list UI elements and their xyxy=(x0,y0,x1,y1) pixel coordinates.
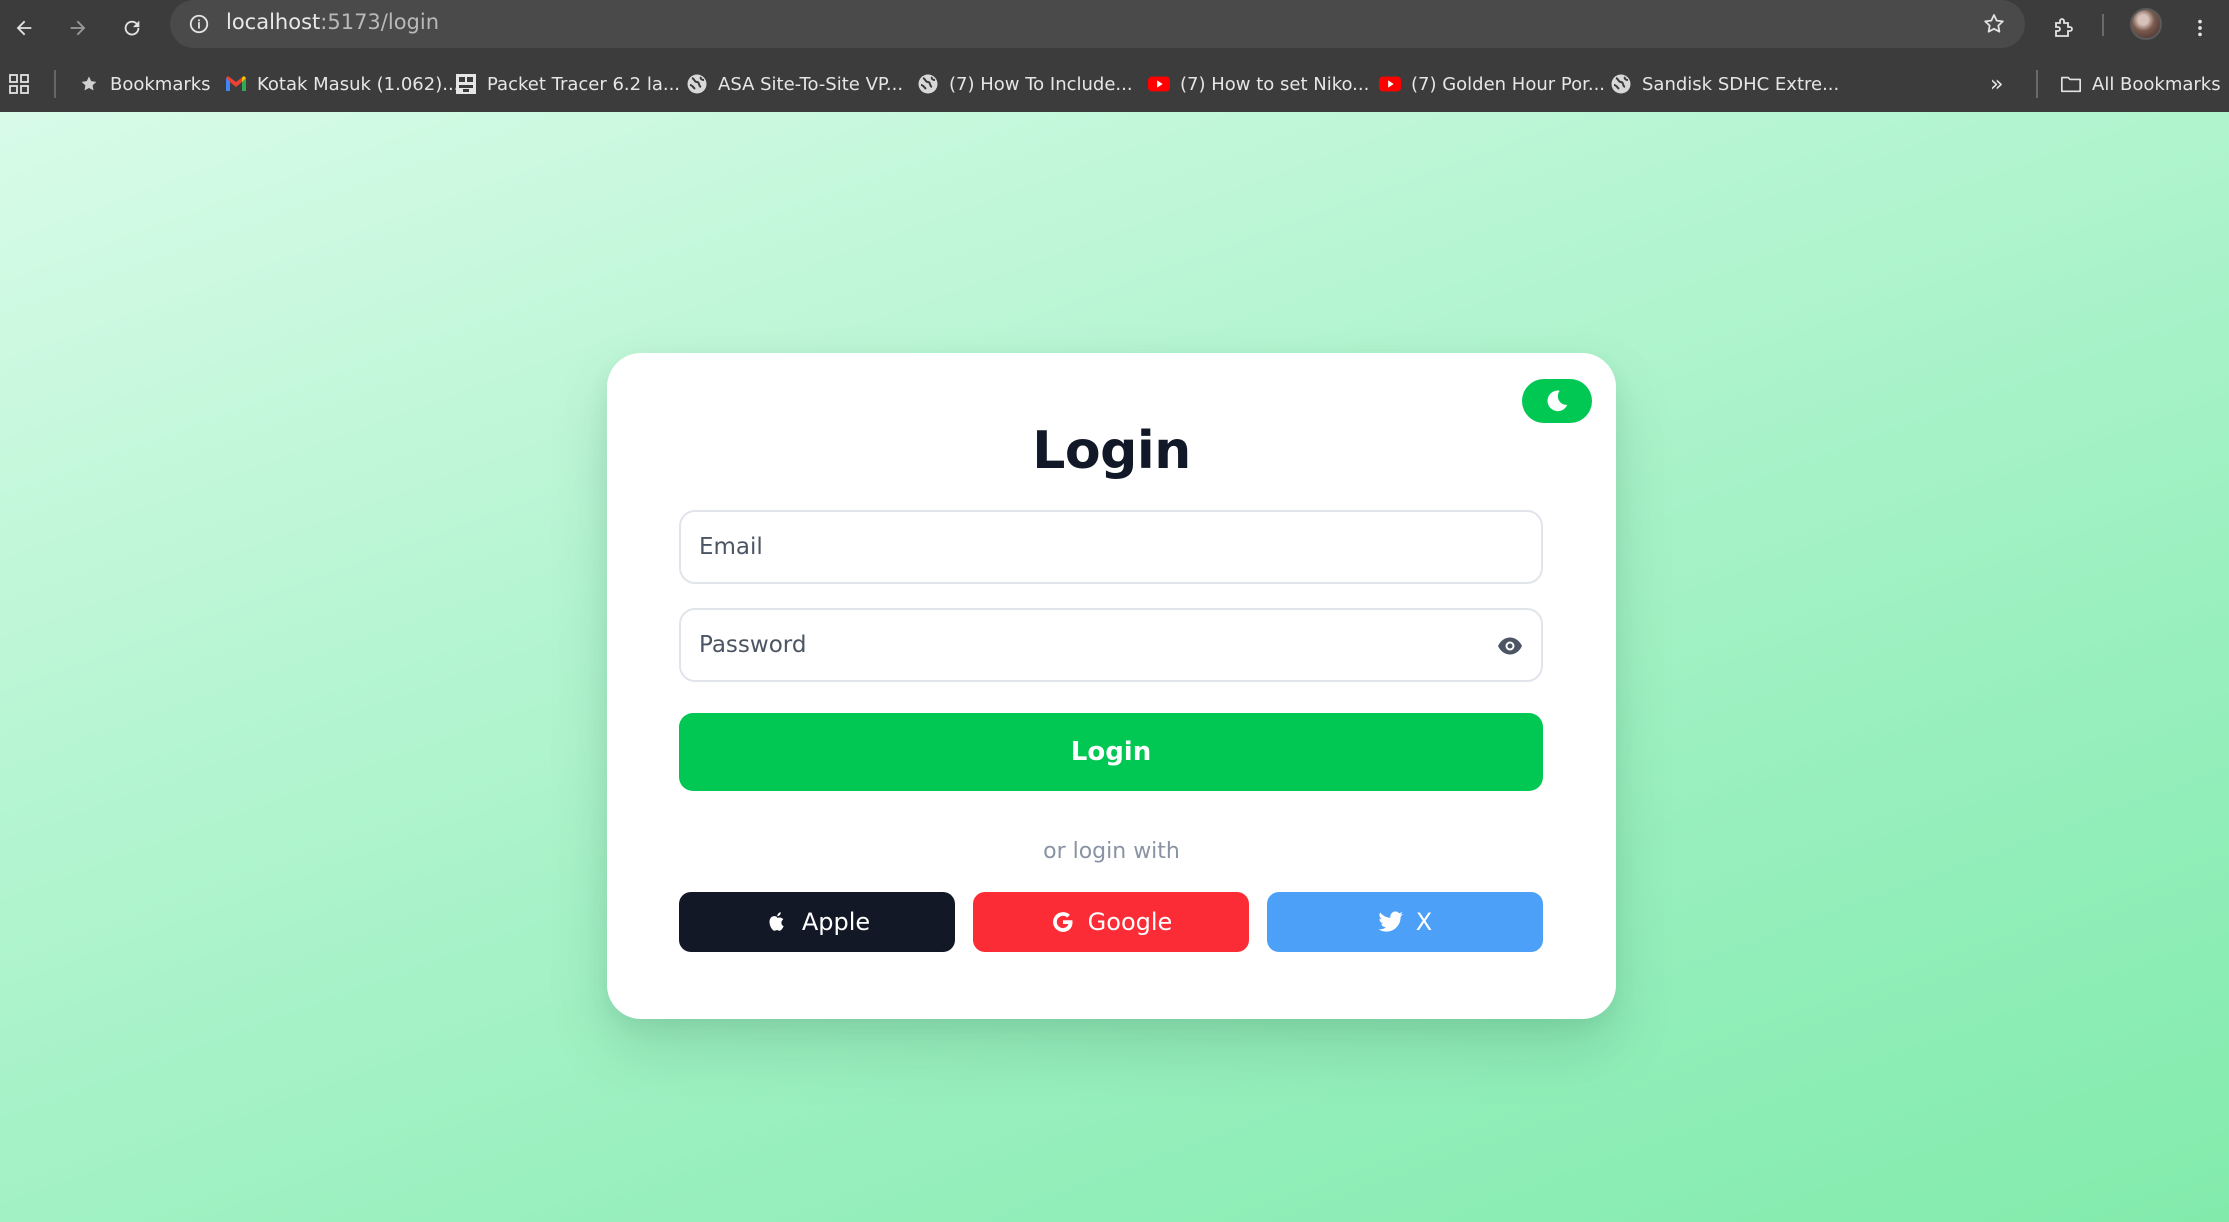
site-info-icon[interactable] xyxy=(184,9,214,39)
apple-icon xyxy=(764,909,790,935)
bookmark-label: Bookmarks xyxy=(110,73,211,95)
theme-toggle-button[interactable] xyxy=(1522,379,1592,423)
google-login-button[interactable]: Google xyxy=(973,892,1249,952)
apps-button[interactable] xyxy=(8,68,30,100)
url-text[interactable]: localhost:5173/login xyxy=(226,10,439,34)
google-icon xyxy=(1050,909,1076,935)
folder-icon xyxy=(2060,73,2082,95)
password-input[interactable] xyxy=(699,610,1479,680)
globe-icon xyxy=(917,73,939,95)
bookmark-label: (7) Golden Hour Por... xyxy=(1411,73,1606,95)
globe-icon xyxy=(1610,73,1632,95)
more-bookmarks-button[interactable]: » xyxy=(1990,68,2003,100)
apps-grid-icon xyxy=(8,73,30,95)
bookmark-label: Packet Tracer 6.2 la... xyxy=(487,73,681,95)
bookmark-star-button[interactable] xyxy=(1979,9,2009,39)
browser-toolbar: localhost:5173/login xyxy=(0,0,2229,56)
login-title: Login xyxy=(1032,421,1191,481)
bookmark-item-sandisk[interactable]: Sandisk SDHC Extre... xyxy=(1610,68,1839,100)
bookmark-item-niko[interactable]: (7) How to set Niko... xyxy=(1148,68,1369,100)
bookmarks-divider-right xyxy=(2036,70,2038,98)
globe-icon xyxy=(686,73,708,95)
star-icon xyxy=(78,73,100,95)
extensions-button[interactable] xyxy=(2044,8,2084,48)
moon-icon xyxy=(1547,390,1568,412)
bookmark-item-asa[interactable]: ASA Site-To-Site VP... xyxy=(686,68,903,100)
arrow-left-icon xyxy=(16,20,32,36)
url-path: :5173/login xyxy=(320,10,440,34)
twitter-bird-icon xyxy=(1378,909,1404,935)
bookmark-item-gmail[interactable]: Kotak Masuk (1.062)... xyxy=(225,68,459,100)
star-outline-icon xyxy=(1984,14,2004,33)
browser-menu-button[interactable] xyxy=(2180,8,2220,48)
kebab-menu-icon xyxy=(2198,19,2202,37)
google-login-label: Google xyxy=(1087,908,1173,936)
login-card: Login Login or login with Apple Google xyxy=(607,353,1616,1019)
all-bookmarks-button[interactable]: All Bookmarks xyxy=(2060,68,2221,100)
url-host: localhost xyxy=(226,10,321,34)
address-bar[interactable]: localhost:5173/login xyxy=(170,0,2025,48)
reload-button[interactable] xyxy=(112,8,152,48)
chevrons-right-icon: » xyxy=(1990,71,2004,97)
eye-icon xyxy=(1498,637,1522,655)
bookmark-item-golden-hour[interactable]: (7) Golden Hour Por... xyxy=(1379,68,1605,100)
apple-login-button[interactable]: Apple xyxy=(679,892,955,952)
bookmark-label: (7) How To Include... xyxy=(949,73,1133,95)
bookmark-label: (7) How to set Niko... xyxy=(1180,73,1370,95)
packet-tracer-icon xyxy=(455,73,477,95)
bookmark-item-bookmarks[interactable]: Bookmarks xyxy=(78,68,211,100)
page-background: Login Login or login with Apple Google xyxy=(0,112,2229,1222)
email-field[interactable] xyxy=(679,510,1543,584)
x-login-label: X xyxy=(1415,908,1433,936)
bookmarks-divider xyxy=(54,70,56,98)
email-input[interactable] xyxy=(699,512,1479,582)
social-divider-text: or login with xyxy=(1043,839,1180,864)
bookmark-item-how-to-include[interactable]: (7) How To Include... xyxy=(917,68,1133,100)
profile-avatar[interactable] xyxy=(2130,8,2162,40)
bookmark-label: Kotak Masuk (1.062)... xyxy=(257,73,460,95)
forward-button[interactable] xyxy=(58,8,98,48)
apple-login-label: Apple xyxy=(801,908,871,936)
all-bookmarks-label: All Bookmarks xyxy=(2092,73,2221,95)
youtube-icon xyxy=(1148,73,1170,95)
login-submit-button[interactable]: Login xyxy=(679,713,1543,791)
arrow-right-icon xyxy=(70,20,86,36)
puzzle-icon xyxy=(2055,18,2073,37)
password-field[interactable] xyxy=(679,608,1543,682)
back-button[interactable] xyxy=(4,8,44,48)
reload-icon xyxy=(124,20,140,36)
x-login-button[interactable]: X xyxy=(1267,892,1543,952)
toolbar-divider xyxy=(2102,14,2104,36)
bookmark-item-packet-tracer[interactable]: Packet Tracer 6.2 la... xyxy=(455,68,680,100)
gmail-icon xyxy=(225,73,247,95)
youtube-icon xyxy=(1379,73,1401,95)
bookmark-label: ASA Site-To-Site VP... xyxy=(718,73,904,95)
show-password-button[interactable] xyxy=(1493,629,1527,663)
bookmark-label: Sandisk SDHC Extre... xyxy=(1642,73,1840,95)
